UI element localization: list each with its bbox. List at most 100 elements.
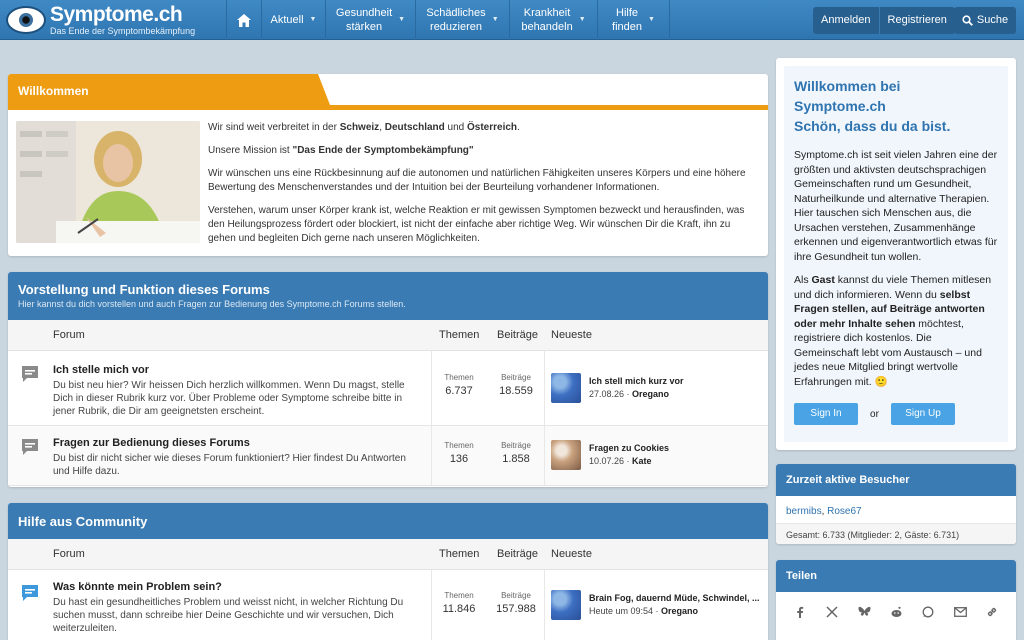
sidebar-welcome-title-line: Symptome.ch [794,98,886,114]
stat-label: Beiträge [501,591,531,600]
avatar[interactable] [551,373,581,403]
stat-label: Beiträge [501,373,531,382]
x-icon[interactable] [824,604,840,620]
welcome-text: Wir sind weit verbreitet in der Schweiz,… [208,121,756,255]
avatar[interactable] [551,590,581,620]
forum-row[interactable]: Ich stelle mich vor Du bist neu hier? Wi… [8,351,768,426]
welcome-tab-bar: Willkommen [8,74,768,110]
welcome-block: Willkommen Wir sind weit verbreitet in d… [8,74,768,256]
welcome-country-oesterreich: Österreich [467,122,518,133]
category-header[interactable]: Vorstellung und Funktion dieses Forums H… [8,272,768,320]
reddit-icon[interactable] [888,604,904,620]
latest-post-user[interactable]: Kate [632,456,652,466]
share-block: Teilen [776,560,1016,640]
whatsapp-icon[interactable] [920,604,936,620]
sign-up-button[interactable]: Sign Up [891,403,955,425]
active-visitors-title: Zurzeit aktive Besucher [776,464,1016,496]
register-button[interactable]: Registrieren [878,7,955,34]
latest-post-title[interactable]: Ich stell mich kurz vor [589,376,764,386]
guest-text-bold: Gast [811,274,835,286]
chevron-down-icon: ▼ [491,16,499,23]
site-logo[interactable]: Symptome.ch Das Ende der Symptombekämpfu… [6,4,195,36]
welcome-text-run: Unsere Mission ist [208,145,293,156]
column-themen: Themen [439,548,480,560]
sidebar-welcome-text: Symptome.ch ist seit vielen Jahren eine … [794,149,998,263]
stat-value: 6.737 [445,385,473,397]
column-neueste: Neueste [551,329,592,341]
login-button[interactable]: Anmelden [813,7,879,34]
forum-row[interactable]: Was könnte mein Problem sein? Du hast ei… [8,570,768,640]
column-forum: Forum [53,548,85,560]
stat-value: 136 [449,453,469,465]
welcome-mission: "Das Ende der Symptombekämpfung" [292,145,474,156]
sidebar-welcome-title-line: Willkommen bei [794,78,901,94]
stat-value: 18.559 [499,385,533,397]
forum-beitraege-stat: Beiträge 157.988 [488,591,544,617]
category-header[interactable]: Hilfe aus Community [8,503,768,539]
forum-beitraege-stat: Beiträge 18.559 [488,373,544,399]
latest-post-date: 27.08.26 [589,389,625,399]
forum-themen-stat: Themen 136 [431,441,487,467]
facebook-icon[interactable] [792,604,808,620]
chevron-down-icon: ▼ [578,16,586,23]
column-beitraege: Beiträge [497,548,538,560]
stat-label: Themen [444,591,474,600]
latest-post-meta: Heute um 09:54 · Oregano [589,606,699,616]
search-label: Suche [976,14,1009,26]
visitor-link[interactable]: bermibs [786,506,822,517]
latest-post-meta: 10.07.26 · Kate [589,456,652,466]
forum-title[interactable]: Ich stelle mich vor [53,363,425,377]
chevron-down-icon: ▼ [398,16,406,23]
latest-post-user[interactable]: Oregano [632,389,669,399]
latest-post-title[interactable]: Fragen zu Cookies [589,443,764,453]
email-icon[interactable] [952,604,968,620]
woman-writing-image [16,121,200,243]
sidebar-auth-buttons: Sign In or Sign Up [794,403,998,425]
forum-category-hilfe: Hilfe aus Community Forum Themen Beiträg… [8,503,768,640]
column-header: Forum Themen Beiträge Neueste [8,320,768,351]
chat-bubble-icon [22,439,38,455]
link-icon[interactable] [984,604,1000,620]
avatar[interactable] [551,440,581,470]
sidebar-welcome-title: Willkommen bei Symptome.ch Schön, dass d… [794,76,998,136]
forum-title[interactable]: Was könnte mein Problem sein? [53,580,425,594]
nav-item-label: Schädliches [426,7,486,19]
nav-item-label: reduzieren [430,21,483,33]
welcome-tab: Willkommen [8,74,330,105]
chat-bubble-icon [22,585,38,601]
home-icon [237,13,251,27]
nav-item-label: finden [612,21,643,33]
auth-buttons: Anmelden Registrieren [813,7,955,34]
stat-label: Beiträge [501,441,531,450]
category-description: Hier kannst du dich vorstellen und auch … [18,299,406,309]
nav-item-aktuell[interactable]: Aktuell ▼ [262,0,326,40]
welcome-text-run: . [517,122,520,133]
or-separator: or [870,408,879,420]
nav-item-label: stärken [345,21,383,33]
nav-item-krankheit-behandeln[interactable]: Krankheit behandeln ▼ [510,0,598,40]
welcome-country-deutschland: Deutschland [384,122,445,133]
search-icon [962,15,973,26]
nav-item-schaedliches-reduzieren[interactable]: Schädliches reduzieren ▼ [416,0,510,40]
visitor-link[interactable]: Rose67 [822,506,862,517]
bluesky-icon[interactable] [856,604,872,620]
latest-post-title[interactable]: Brain Fog, dauernd Müde, Schwindel, ... [589,593,764,603]
category-title: Hilfe aus Community [18,514,148,529]
latest-post-user[interactable]: Oregano [661,606,698,616]
nav-item-label: Aktuell [270,14,304,26]
nav-item-gesundheit-staerken[interactable]: Gesundheit stärken ▼ [326,0,416,40]
welcome-paragraph-2: Unsere Mission ist "Das Ende der Symptom… [208,144,756,158]
latest-post-date: 10.07.26 [589,456,625,466]
forum-row[interactable]: Fragen zur Bedienung dieses Forums Du bi… [8,426,768,486]
sidebar-guest-text: Als Gast kannst du viele Themen mitlesen… [794,273,998,389]
sign-in-button[interactable]: Sign In [794,403,858,425]
nav-item-hilfe-finden[interactable]: Hilfe finden ▼ [598,0,670,40]
latest-post-date: Heute um 09:54 [589,606,654,616]
nav-home-button[interactable] [226,0,262,40]
forum-title[interactable]: Fragen zur Bedienung dieses Forums [53,436,425,450]
search-button[interactable]: Suche [954,7,1016,34]
column-themen: Themen [439,329,480,341]
top-navigation-bar: Symptome.ch Das Ende der Symptombekämpfu… [0,0,1024,40]
nav-item-label: Hilfe [616,7,639,19]
forum-description: Du hast ein gesundheitliches Problem und… [53,597,404,634]
